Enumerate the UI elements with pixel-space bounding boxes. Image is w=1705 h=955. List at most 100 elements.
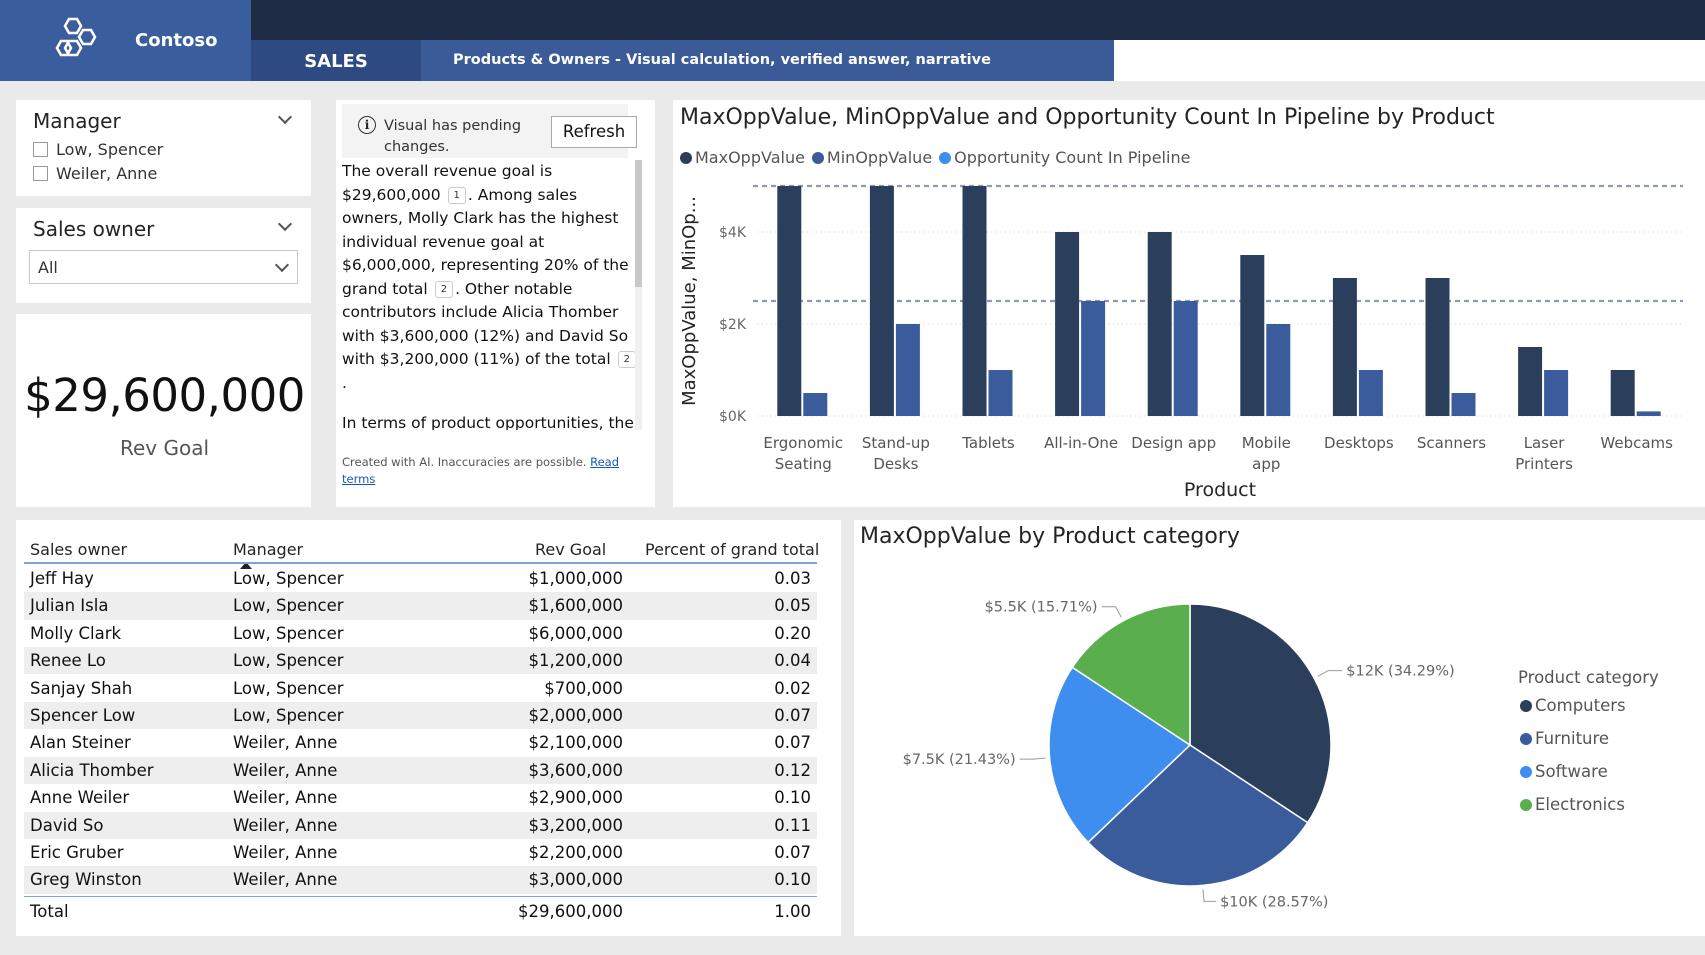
x-tick-label: Design app	[1131, 434, 1216, 452]
y-tick-label: $2K	[719, 317, 747, 333]
table-row[interactable]: Spencer Low Low, Spencer $2,000,000 0.07	[24, 702, 817, 730]
cell-percent: 0.04	[774, 651, 811, 671]
manager-option-label: Low, Spencer	[56, 140, 164, 159]
cell-sales-owner: Renee Lo	[30, 651, 106, 671]
table-row[interactable]: Anne Weiler Weiler, Anne $2,900,000 0.10	[24, 784, 817, 811]
legend-label: Computers	[1535, 696, 1626, 715]
total-label: Total	[30, 901, 69, 921]
total-percent: 1.00	[774, 901, 811, 921]
cell-manager: Low, Spencer	[233, 651, 344, 671]
table-row[interactable]: Jeff Hay Low, Spencer $1,000,000 0.03	[24, 565, 817, 592]
citation-badge[interactable]: 2	[617, 351, 636, 368]
col-header-sales-owner[interactable]: Sales owner	[30, 540, 127, 559]
col-header-manager[interactable]: Manager	[233, 540, 303, 559]
sales-owner-slicer: Sales owner All	[16, 208, 311, 303]
bar-chart-plot: $0K $2K $4K MaxOppValue, MinOp... Ergonomic S…	[679, 184, 1683, 501]
bar-maxoppvalue	[962, 186, 987, 416]
cell-rev-goal: $1,200,000	[528, 651, 623, 671]
citation-badge[interactable]: 2	[434, 280, 454, 298]
total-rev-goal: $29,600,000	[518, 901, 623, 921]
table-row[interactable]: David So Weiler, Anne $3,200,000 0.11	[24, 811, 817, 839]
cell-sales-owner: Anne Weiler	[30, 788, 130, 808]
cell-sales-owner: Jeff Hay	[30, 569, 94, 588]
cell-rev-goal: $2,200,000	[528, 843, 623, 862]
cell-manager: Low, Spencer	[233, 623, 344, 643]
manager-option-label: Weiler, Anne	[56, 164, 158, 183]
refresh-button[interactable]: Refresh	[551, 116, 637, 148]
cell-percent: 0.12	[774, 760, 811, 780]
pie-legend-electronics[interactable]: Electronics	[1520, 795, 1625, 814]
bar-maxoppvalue	[1332, 278, 1357, 416]
manager-option-weiler-anne[interactable]: Weiler, Anne	[33, 164, 157, 183]
col-header-percent[interactable]: Percent of grand total	[645, 540, 819, 559]
cell-manager: Weiler, Anne	[233, 760, 338, 780]
legend-label: Furniture	[1535, 729, 1610, 748]
x-tick-label: All-in-One	[1044, 434, 1118, 452]
cell-percent: 0.05	[774, 596, 811, 616]
table-row[interactable]: Greg Winston Weiler, Anne $3,000,000 0.10	[24, 866, 817, 894]
narrative-paragraph: The overall revenue goal is $29,600,000 …	[342, 160, 638, 395]
cell-manager: Low, Spencer	[233, 706, 344, 725]
cell-percent: 0.07	[774, 733, 811, 753]
cell-manager: Low, Spencer	[233, 596, 344, 616]
cell-sales-owner: Eric Gruber	[30, 843, 124, 862]
legend-dot-icon	[1520, 732, 1532, 745]
bar-minoppvalue	[1636, 411, 1661, 416]
pie-legend-title: Product category	[1518, 668, 1659, 687]
cell-manager: Weiler, Anne	[233, 843, 338, 862]
bar-maxoppvalue	[1240, 255, 1265, 416]
page-title[interactable]: Products & Owners - Visual calculation, …	[421, 40, 1114, 81]
rev-goal-card: $29,600,000 Rev Goal	[16, 314, 311, 507]
x-tick-label: Printers	[1515, 455, 1573, 473]
cell-manager: Weiler, Anne	[233, 733, 338, 753]
table-row[interactable]: Julian Isla Low, Spencer $1,600,000 0.05	[24, 592, 817, 620]
info-icon: i	[358, 116, 376, 134]
pie-chart-card: MaxOppValue by Product category $12K (34…	[854, 520, 1705, 936]
cell-rev-goal: $3,200,000	[528, 815, 623, 835]
chevron-down-icon[interactable]	[277, 109, 293, 125]
cell-percent: 0.11	[774, 815, 811, 835]
manager-option-low-spencer[interactable]: Low, Spencer	[33, 140, 163, 159]
x-tick-label: Webcams	[1600, 434, 1673, 452]
cell-rev-goal: $700,000	[544, 678, 623, 698]
brand-name: Contoso	[135, 30, 218, 51]
checkbox-icon[interactable]	[33, 142, 48, 157]
citation-badge[interactable]: 1	[447, 186, 466, 204]
table-row[interactable]: Alicia Thomber Weiler, Anne $3,600,000 0.12	[24, 756, 817, 785]
leader-line	[1317, 670, 1343, 677]
cell-manager: Weiler, Anne	[233, 788, 338, 808]
legend-label: Electronics	[1535, 795, 1625, 814]
legend-dot-icon	[1520, 699, 1532, 712]
sales-owner-dropdown[interactable]: All	[29, 250, 298, 284]
pie-data-label: $5.5K (15.71%)	[985, 600, 1098, 616]
table-row[interactable]: Alan Steiner Weiler, Anne $2,100,000 0.07	[24, 729, 817, 756]
cell-sales-owner: Julian Isla	[30, 596, 109, 616]
table-row[interactable]: Renee Lo Low, Spencer $1,200,000 0.04	[24, 647, 817, 675]
tab-sales[interactable]: SALES	[251, 40, 421, 81]
cell-percent: 0.02	[774, 678, 811, 698]
x-tick-label: Stand-up	[862, 434, 930, 452]
narrative-scrollbar[interactable]	[635, 160, 642, 430]
cell-rev-goal: $1,000,000	[528, 569, 623, 588]
table-total-row: Total $29,600,000 1.00	[24, 898, 817, 925]
cell-manager: Low, Spencer	[233, 569, 344, 588]
rev-goal-value: $29,600,000	[24, 369, 305, 422]
pie-legend-software[interactable]: Software	[1520, 762, 1608, 781]
chevron-down-icon[interactable]	[277, 216, 293, 232]
table-row[interactable]: Eric Gruber Weiler, Anne $2,200,000 0.07	[24, 839, 817, 866]
table-row[interactable]: Molly Clark Low, Spencer $6,000,000 0.20	[24, 620, 817, 647]
header-divider	[24, 562, 817, 564]
pie-legend-computers[interactable]: Computers	[1520, 696, 1626, 715]
pie-legend-furniture[interactable]: Furniture	[1520, 729, 1609, 748]
cell-rev-goal: $2,900,000	[528, 788, 623, 808]
bar-chart-card: MaxOppValue, MinOppValue and Opportunity…	[673, 100, 1705, 507]
chevron-down-icon	[274, 257, 290, 273]
checkbox-icon[interactable]	[33, 166, 48, 181]
col-header-rev-goal[interactable]: Rev Goal	[535, 540, 606, 559]
cell-manager: Low, Spencer	[233, 678, 344, 698]
manager-slicer-title: Manager	[33, 109, 121, 133]
table-row[interactable]: Sanjay Shah Low, Spencer $700,000 0.02	[24, 675, 817, 702]
scrollbar-thumb[interactable]	[635, 160, 642, 287]
cell-sales-owner: Greg Winston	[30, 870, 142, 890]
narrative-paragraph: In terms of product opportunities, the m…	[342, 414, 634, 430]
